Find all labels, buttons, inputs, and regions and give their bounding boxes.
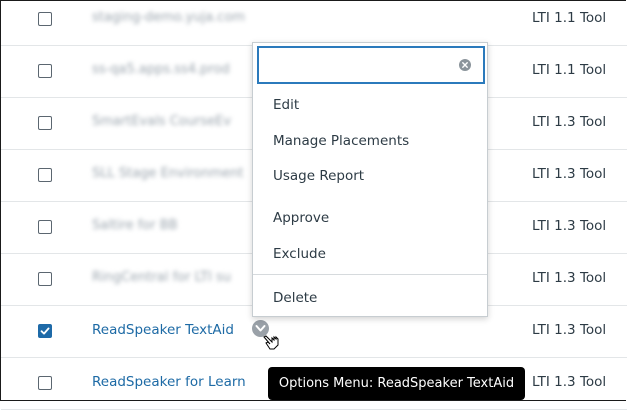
row-checkbox[interactable] [38, 324, 52, 338]
menu-search-input[interactable] [265, 50, 459, 82]
tool-name[interactable]: RingCentral for LTI su [92, 270, 231, 285]
checkmark-icon [40, 327, 50, 335]
tool-type: LTI 1.3 Tool [532, 270, 607, 286]
tool-name[interactable]: SmartEvals CourseEv [92, 114, 231, 129]
tool-name[interactable]: ss-qa5.apps.ss4.prod [92, 62, 230, 77]
row-checkbox[interactable] [38, 12, 52, 26]
row-checkbox[interactable] [38, 64, 52, 78]
tool-name[interactable]: Saltire for BB [92, 218, 178, 233]
hand-cursor-icon [263, 335, 279, 350]
tool-type: LTI 1.3 Tool [532, 114, 607, 130]
tool-type: LTI 1.3 Tool [532, 218, 607, 234]
row-checkbox[interactable] [38, 272, 52, 286]
tool-name-link[interactable]: ReadSpeaker for Learn [92, 374, 246, 390]
tool-type: LTI 1.1 Tool [532, 10, 607, 26]
menu-search-box [257, 46, 485, 84]
menu-item-exclude[interactable]: Exclude [273, 246, 326, 262]
table-row: staging-demo.yuja.com LTI 1.1 Tool [1, 0, 627, 46]
tool-type: LTI 1.3 Tool [532, 322, 607, 338]
menu-item-usage-report[interactable]: Usage Report [273, 168, 364, 184]
tool-name-link[interactable]: ReadSpeaker TextAid [92, 322, 234, 338]
options-menu-tooltip: Options Menu: ReadSpeaker TextAid [268, 367, 525, 400]
tool-type: LTI 1.1 Tool [532, 62, 607, 78]
menu-item-delete[interactable]: Delete [273, 290, 317, 306]
tool-name[interactable]: SLL Stage Environment [92, 166, 244, 181]
row-checkbox[interactable] [38, 376, 52, 390]
row-checkbox[interactable] [38, 116, 52, 130]
tool-name[interactable]: staging-demo.yuja.com [92, 10, 245, 25]
tool-type: LTI 1.3 Tool [532, 166, 607, 182]
menu-item-edit[interactable]: Edit [273, 97, 299, 113]
row-checkbox[interactable] [38, 168, 52, 182]
row-checkbox[interactable] [38, 220, 52, 234]
menu-item-approve[interactable]: Approve [273, 210, 329, 226]
tool-type: LTI 1.3 Tool [532, 374, 607, 390]
menu-divider [253, 274, 487, 275]
options-menu: Edit Manage Placements Usage Report Appr… [252, 42, 488, 317]
clear-search-icon[interactable] [459, 59, 471, 71]
menu-item-manage-placements[interactable]: Manage Placements [273, 133, 409, 149]
